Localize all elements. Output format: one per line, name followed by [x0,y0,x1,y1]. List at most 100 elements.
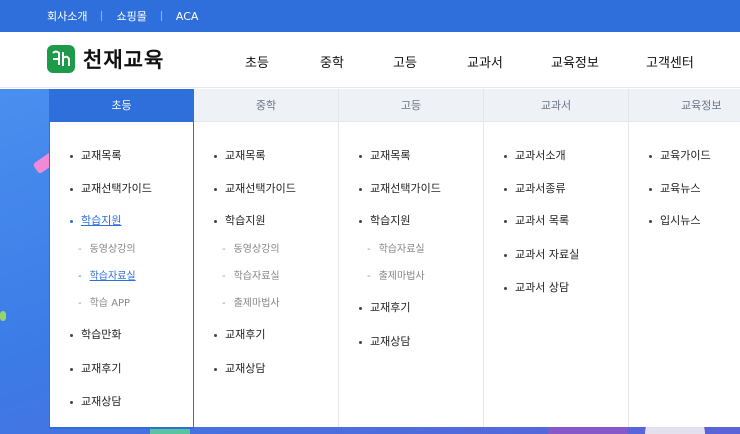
menu-item-label: 학습만화 [81,328,122,341]
menu-item-label: 교육뉴스 [660,182,701,195]
menu-item[interactable]: 교재선택가이드 [359,180,441,196]
menu-item-label: 교재목록 [81,149,122,162]
gnb-edu-info[interactable]: 교육정보 [551,52,599,71]
sub-menu-item-active[interactable]: - 학습자료실 [78,267,136,282]
sub-menu-label: 학습자료실 [233,271,280,282]
sub-menu-label: 학습 APP [89,298,131,309]
bullet-icon [214,154,217,158]
menu-item-label: 교육가이드 [660,149,711,162]
dash-icon: - [78,298,82,309]
bullet-icon [504,219,507,223]
bullet-icon [359,340,362,344]
menu-item[interactable]: 교재상담 [359,333,410,349]
menu-item[interactable]: 교과서 목록 [504,212,569,228]
menu-item[interactable]: 교재목록 [214,147,265,163]
sub-menu-item[interactable]: - 출제마법사 [367,267,425,282]
menu-item[interactable]: 학습지원 [359,212,410,228]
menu-item-label: 교재후기 [225,328,266,341]
bullet-icon [359,306,362,310]
bullet-icon [70,400,73,404]
menu-item-label: 학습지원 [81,214,122,227]
menu-item[interactable]: 교육가이드 [649,147,711,163]
menu-item-label: 교재목록 [225,149,266,162]
bullet-icon [359,187,362,191]
menu-item-label: 교재목록 [370,149,411,162]
dash-icon: - [78,244,82,255]
menu-column-textbook: 교과서 교과서소개 교과서종류 교과서 목록 교과서 자료실 교과서 상담 [484,89,629,427]
gnb-customer-center[interactable]: 고객센터 [646,52,694,71]
tab-elementary[interactable]: 초등 [50,89,193,122]
menu-item[interactable]: 교재후기 [70,360,121,376]
tab-high[interactable]: 고등 [339,89,483,122]
sub-menu-item[interactable]: - 동영상강의 [78,240,136,255]
menu-item-label: 교재상담 [225,362,266,375]
bullet-icon [214,367,217,371]
sub-menu-label: 학습자료실 [378,244,425,255]
menu-item[interactable]: 교재후기 [214,326,265,342]
bullet-icon [214,333,217,337]
bullet-icon [504,253,507,257]
sub-menu-label: 학습자료실 [89,271,136,282]
menu-item[interactable]: 교육뉴스 [649,180,700,196]
bullet-icon [70,333,73,337]
menu-item[interactable]: 교재선택가이드 [70,180,152,196]
tab-edu-info[interactable]: 교육정보 [629,89,740,122]
bullet-icon [214,219,217,223]
menu-item[interactable]: 교재목록 [70,147,121,163]
gnb-textbook[interactable]: 교과서 [467,52,503,71]
menu-item[interactable]: 교과서 상담 [504,279,569,295]
menu-item-label: 교과서 자료실 [515,248,580,261]
dash-icon: - [222,298,226,309]
menu-item[interactable]: 학습지원 [214,212,265,228]
menu-item[interactable]: 학습만화 [70,326,121,342]
bullet-icon [70,367,73,371]
bullet-icon [359,154,362,158]
company-intro-link[interactable]: 회사소개 [47,8,87,24]
shopping-mall-link[interactable]: 쇼핑몰 [116,8,146,24]
bullet-icon [649,219,652,223]
menu-item-label: 교과서소개 [515,149,566,162]
sub-menu-item[interactable]: - 학습자료실 [222,267,280,282]
menu-item[interactable]: 교재목록 [359,147,410,163]
bullet-icon [649,187,652,191]
gnb-elementary[interactable]: 초등 [245,52,269,71]
menu-item-label: 교재선택가이드 [370,182,441,195]
sub-menu-item[interactable]: - 학습자료실 [367,240,425,255]
top-utility-bar: 회사소개 쇼핑몰 ACA [0,0,740,32]
menu-column-middle: 중학 교재목록 교재선택가이드 학습지원 - 동영상강의 - 학습자료실 - 출제마법… [194,89,339,427]
menu-item[interactable]: 교재상담 [214,360,265,376]
menu-item[interactable]: 교과서소개 [504,147,566,163]
menu-item[interactable]: 교재상담 [70,393,121,409]
menu-item-label: 교재선택가이드 [225,182,296,195]
gnb-high[interactable]: 고등 [393,52,417,71]
dash-icon: - [78,271,82,282]
dash-icon: - [367,271,371,282]
gnb-middle[interactable]: 중학 [320,52,344,71]
sub-menu-item[interactable]: - 출제마법사 [222,294,280,309]
menu-item-active[interactable]: 학습지원 [70,212,121,228]
bullet-icon [70,154,73,158]
menu-item[interactable]: 교과서 자료실 [504,246,579,262]
logo-text: 천재교육 [83,48,165,72]
menu-item[interactable]: 입시뉴스 [649,212,700,228]
bullet-icon [70,187,73,191]
sub-menu-item[interactable]: - 동영상강의 [222,240,280,255]
menu-item-label: 교재선택가이드 [81,182,152,195]
menu-column-high: 고등 교재목록 교재선택가이드 학습지원 - 학습자료실 - 출제마법사 교재후기 … [339,89,484,427]
bullet-icon [70,219,73,223]
tab-middle[interactable]: 중학 [194,89,338,122]
menu-item-label: 교재상담 [370,335,411,348]
sub-menu-item[interactable]: - 학습 APP [78,294,130,309]
menu-item-label: 학습지원 [225,214,266,227]
tab-textbook[interactable]: 교과서 [484,89,628,122]
menu-item[interactable]: 교과서종류 [504,180,566,196]
decor-shape [0,311,6,321]
logo[interactable]: 천재교육 [47,44,164,74]
menu-item[interactable]: 교재선택가이드 [214,180,296,196]
menu-item[interactable]: 교재후기 [359,299,410,315]
mega-menu-panel: 초등 교재목록 교재선택가이드 학습지원 - 동영상강의 - 학습자료실 - 학습 A… [49,89,740,429]
logo-mark-icon [47,45,75,73]
menu-item-label: 교과서 목록 [515,214,570,227]
aca-link[interactable]: ACA [176,10,199,23]
menu-item-label: 입시뉴스 [660,214,701,227]
